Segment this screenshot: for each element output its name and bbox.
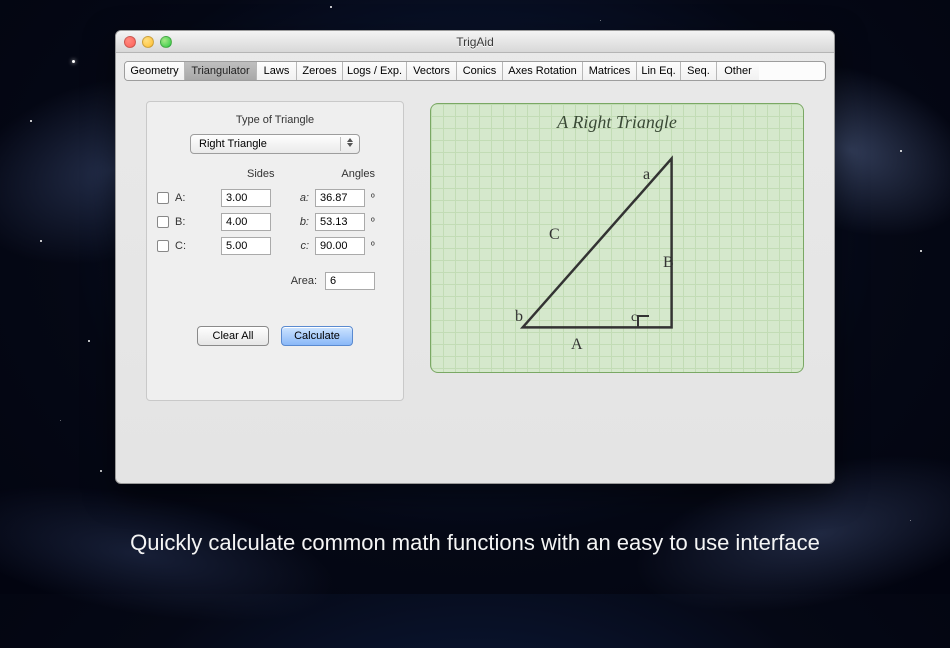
area-field[interactable] [325,272,375,290]
app-window: TrigAid GeometryTriangulatorLawsZeroesLo… [115,30,835,484]
area-label: Area: [291,275,317,287]
right-angle-icon [637,315,649,327]
tab-laws[interactable]: Laws [257,62,297,80]
tab-logs-exp-[interactable]: Logs / Exp. [343,62,407,80]
degree-symbol: º [371,193,381,204]
tab-axes-rotation[interactable]: Axes Rotation [503,62,583,80]
tab-geometry[interactable]: Geometry [125,62,185,80]
calculate-button[interactable]: Calculate [281,326,353,346]
input-panel: Type of Triangle Right Triangle Sides An… [146,101,404,401]
tab-seq-[interactable]: Seq. [681,62,717,80]
side-checkbox[interactable] [157,192,169,204]
tab-triangulator[interactable]: Triangulator [185,62,257,80]
side-field[interactable] [221,237,271,255]
input-row: A: a: º [157,186,393,210]
titlebar: TrigAid [116,31,834,53]
angle-label: b: [295,216,309,228]
input-row: C: c: º [157,234,393,258]
marketing-caption: Quickly calculate common math functions … [0,530,950,556]
degree-symbol: º [371,217,381,228]
side-label: B: [175,216,189,228]
angle-label: a: [295,192,309,204]
vertex-c-label: c [631,310,637,326]
side-label: C: [175,240,189,252]
select-arrows-icon [347,138,353,147]
tab-conics[interactable]: Conics [457,62,503,80]
tab-lin-eq-[interactable]: Lin Eq. [637,62,681,80]
tab-vectors[interactable]: Vectors [407,62,457,80]
side-a-label: A [571,336,583,354]
side-label: A: [175,192,189,204]
sides-header: Sides [247,168,275,180]
clear-all-button[interactable]: Clear All [197,326,269,346]
side-b-label: B [663,254,674,272]
vertex-a-label: a [643,166,650,184]
panel-heading: Type of Triangle [157,114,393,126]
side-checkbox[interactable] [157,240,169,252]
tab-zeroes[interactable]: Zeroes [297,62,343,80]
triangle-type-select[interactable]: Right Triangle [190,134,360,154]
side-c-label: C [549,226,560,244]
degree-symbol: º [371,241,381,252]
input-row: B: b: º [157,210,393,234]
side-field[interactable] [221,189,271,207]
select-value: Right Triangle [199,138,267,150]
angle-field[interactable] [315,237,365,255]
angle-label: c: [295,240,309,252]
triangle-diagram: A Right Triangle a b c C B A [430,103,804,373]
angles-header: Angles [341,168,375,180]
tab-matrices[interactable]: Matrices [583,62,637,80]
angle-field[interactable] [315,213,365,231]
angle-field[interactable] [315,189,365,207]
side-field[interactable] [221,213,271,231]
vertex-b-label: b [515,308,523,326]
side-checkbox[interactable] [157,216,169,228]
tab-other[interactable]: Other [717,62,759,80]
tab-bar: GeometryTriangulatorLawsZeroesLogs / Exp… [124,61,826,81]
window-title: TrigAid [116,35,834,49]
